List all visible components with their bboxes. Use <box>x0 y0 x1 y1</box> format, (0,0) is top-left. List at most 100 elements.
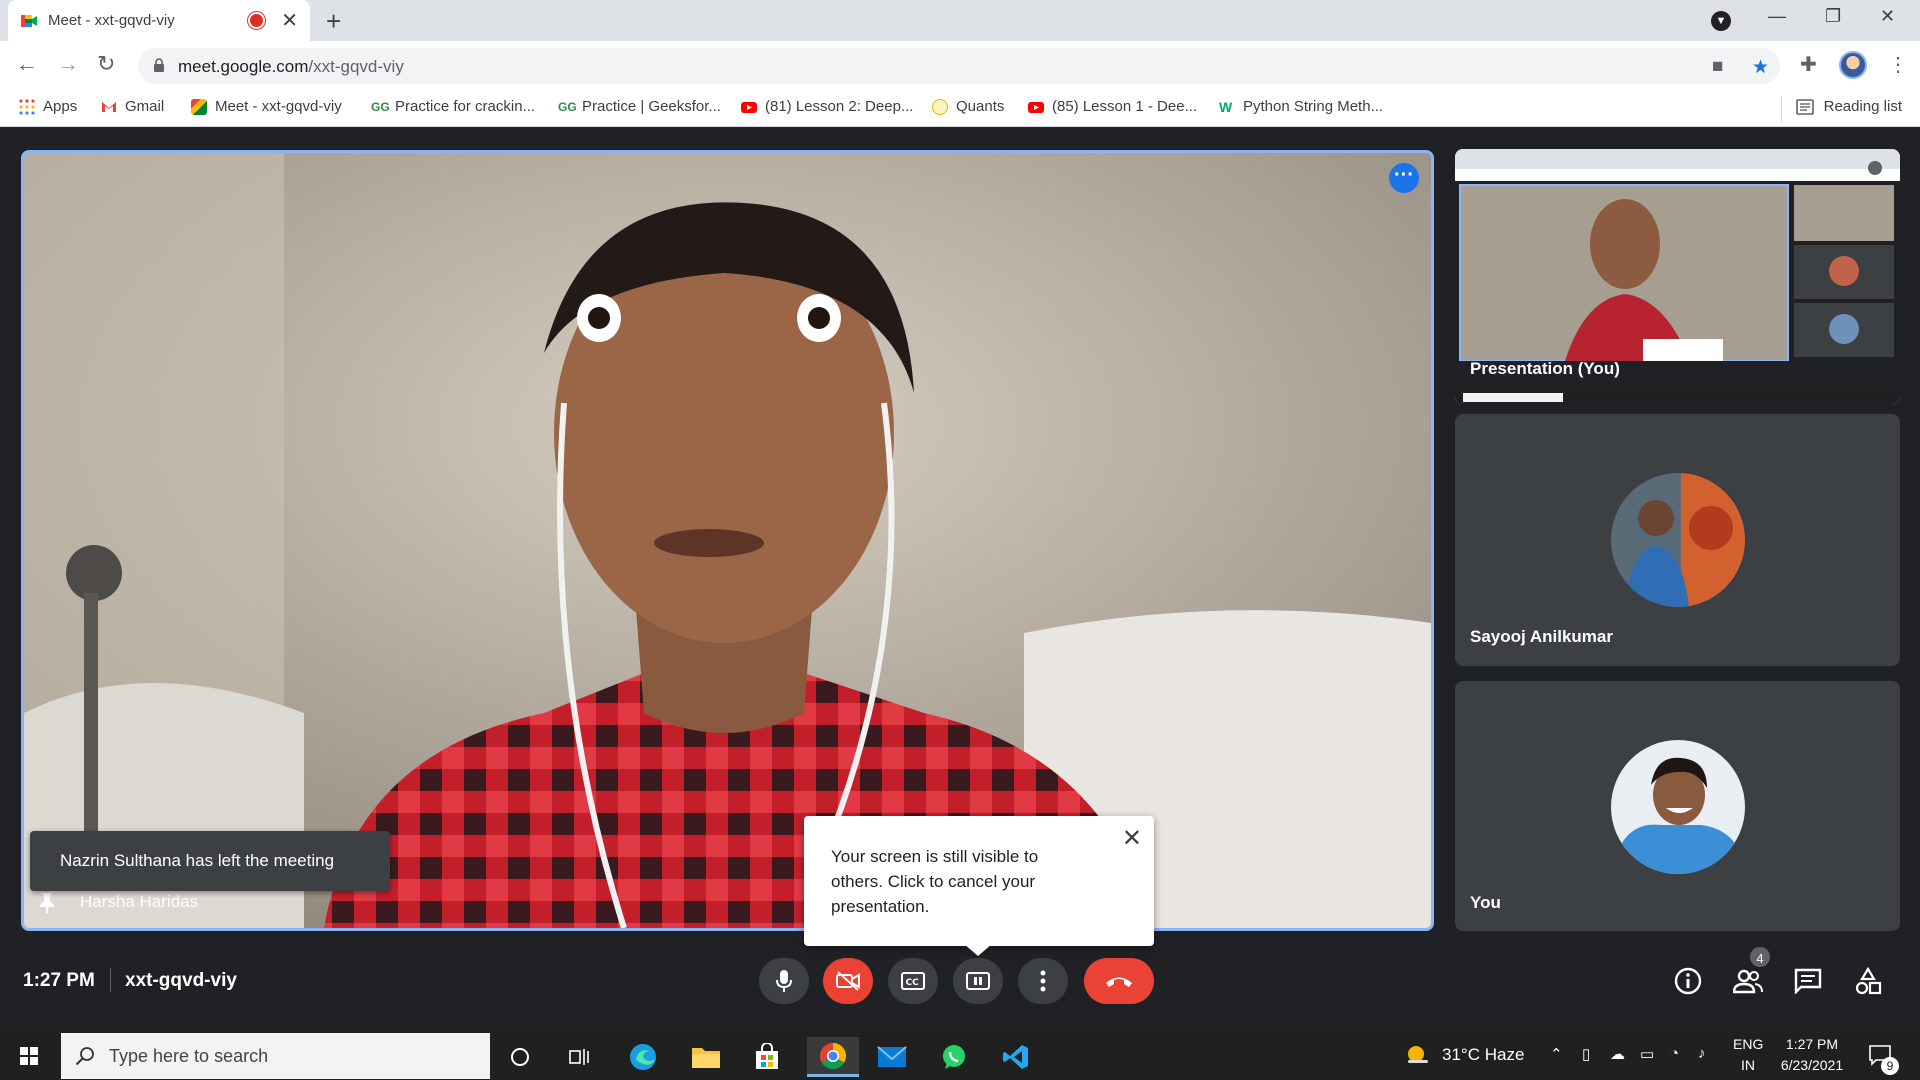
search-placeholder: Type here to search <box>109 1045 269 1066</box>
notification-count-badge: 9 <box>1881 1057 1899 1075</box>
reading-list-icon <box>1795 98 1814 115</box>
clock-date[interactable]: 6/23/2021 <box>1772 1057 1852 1073</box>
taskbar-file-explorer[interactable] <box>683 1037 729 1077</box>
restore-button[interactable]: ❐ <box>1825 6 1841 27</box>
bookmark-quants[interactable]: Quants <box>932 98 1004 115</box>
bookmark-star-icon[interactable]: ★ <box>1752 56 1769 79</box>
microphone-button[interactable] <box>759 958 809 1004</box>
chrome-menu-icon[interactable]: ⋮ <box>1888 52 1908 77</box>
tooltip-arrow <box>964 944 992 956</box>
wifi-icon[interactable]: ◔ <box>1670 1045 1679 1062</box>
weather-text[interactable]: 31°C Haze <box>1442 1045 1524 1065</box>
bookmark-python-string[interactable]: W Python String Meth... <box>1219 98 1383 115</box>
activities-button[interactable] <box>1853 966 1883 996</box>
leave-call-button[interactable] <box>1084 958 1154 1004</box>
folder-icon <box>692 1048 720 1068</box>
task-view-button[interactable] <box>557 1037 603 1077</box>
bookmark-lesson-1[interactable]: (85) Lesson 1 - Dee... <box>1028 98 1197 115</box>
taskbar-chrome[interactable] <box>807 1037 859 1077</box>
forward-button[interactable]: → <box>57 51 79 77</box>
new-tab-button[interactable]: + <box>326 6 341 37</box>
camera-button[interactable] <box>823 958 873 1004</box>
taskbar-search-box[interactable]: Type here to search <box>61 1033 490 1079</box>
taskbar-whatsapp[interactable] <box>931 1037 977 1077</box>
participants-button[interactable] <box>1733 966 1763 996</box>
participant-tile-you[interactable]: You <box>1455 681 1900 931</box>
windows-taskbar: Type here to search 31°C Haze ⌃ ▯ ☁ ▭ ◔ … <box>0 1031 1920 1080</box>
bookmark-practice-geeks[interactable]: GG Practice | Geeksfor... <box>558 98 721 115</box>
close-window-button[interactable]: ✕ <box>1880 6 1895 27</box>
captions-button[interactable]: CC <box>888 958 938 1004</box>
weather-haze-icon <box>1408 1046 1428 1063</box>
reading-list-label: Reading list <box>1823 98 1902 115</box>
tab-search-button[interactable]: ▼ <box>1711 11 1731 31</box>
bookmark-meet[interactable]: Meet - xxt-gqvd-viy <box>191 98 342 115</box>
back-button[interactable]: ← <box>16 51 38 77</box>
pin-icon[interactable] <box>38 892 56 914</box>
profile-avatar[interactable] <box>1839 51 1867 79</box>
chat-icon <box>1794 968 1822 994</box>
people-icon <box>1733 969 1763 994</box>
browser-tab-meet[interactable]: Meet - xxt-gqvd-viy ✕ <box>8 0 310 41</box>
tile-more-options-button[interactable]: ··· <box>1389 163 1419 193</box>
more-options-button[interactable] <box>1018 958 1068 1004</box>
geeksforgeeks-icon: GG <box>371 99 390 114</box>
lock-icon <box>154 58 164 72</box>
reading-list-button[interactable]: Reading list <box>1795 98 1902 115</box>
cortana-button[interactable] <box>497 1037 543 1077</box>
browser-toolbar: ← → ↻ meet.google.com/xxt-gqvd-viy ■ ★ ✚… <box>0 41 1920 90</box>
svg-text:CC: CC <box>906 978 920 988</box>
bookmark-label: (81) Lesson 2: Deep... <box>765 98 914 115</box>
show-hidden-icons-button[interactable]: ⌃ <box>1550 1045 1563 1063</box>
taskbar-mail[interactable] <box>869 1037 915 1077</box>
presentation-tooltip: Your screen is still visible to others. … <box>804 816 1154 956</box>
taskbar-vscode[interactable] <box>993 1037 1039 1077</box>
address-bar[interactable]: meet.google.com/xxt-gqvd-viy ■ ★ <box>138 48 1780 84</box>
participant-tile-sayooj[interactable]: Sayooj Anilkumar <box>1455 414 1900 666</box>
chat-button[interactable] <box>1793 966 1823 996</box>
bookmark-practice-cracking[interactable]: GG Practice for crackin... <box>371 98 535 115</box>
bookmark-label: Meet - xxt-gqvd-viy <box>215 98 342 115</box>
reload-button[interactable]: ↻ <box>97 51 115 77</box>
info-icon <box>1674 967 1702 995</box>
bookmark-label: Quants <box>956 98 1005 115</box>
taskbar-store[interactable] <box>744 1037 790 1077</box>
tab-title: Meet - xxt-gqvd-viy <box>48 12 175 29</box>
tooltip-close-icon[interactable]: ✕ <box>1122 826 1142 851</box>
bookmark-label: Gmail <box>125 98 165 115</box>
camera-off-icon <box>836 971 860 991</box>
meeting-details-button[interactable] <box>1673 966 1703 996</box>
onedrive-icon[interactable]: ☁ <box>1610 1045 1625 1063</box>
bookmarks-bar: Apps Gmail Meet - xxt-gqvd-viy GG Practi… <box>0 90 1920 127</box>
present-now-button[interactable] <box>953 958 1003 1004</box>
chrome-icon <box>819 1042 847 1069</box>
bookmark-lesson-2[interactable]: (81) Lesson 2: Deep... <box>741 98 913 115</box>
url-host: meet.google.com <box>178 57 309 76</box>
bookmark-gmail[interactable]: Gmail <box>101 98 164 115</box>
windows-start-icon[interactable] <box>20 1047 38 1065</box>
battery-icon[interactable]: ▭ <box>1640 1045 1654 1063</box>
gmail-icon <box>102 101 116 112</box>
bookmark-apps[interactable]: Apps <box>19 98 77 115</box>
meeting-time: 1:27 PM <box>23 970 95 991</box>
tab-close-icon[interactable]: ✕ <box>281 8 298 33</box>
camera-in-use-icon[interactable]: ■ <box>1712 56 1723 78</box>
device-icon[interactable]: ▯ <box>1582 1045 1590 1063</box>
presentation-tile[interactable]: Presentation (You) <box>1455 149 1900 404</box>
extensions-icon[interactable]: ✚ <box>1800 52 1817 77</box>
volume-icon[interactable]: ♪ <box>1698 1045 1706 1062</box>
language-line-2[interactable]: IN <box>1733 1057 1763 1073</box>
participant-avatar <box>1611 740 1745 874</box>
present-screen-icon <box>966 972 990 990</box>
mic-muted-icon <box>1868 161 1882 175</box>
closed-captions-icon: CC <box>901 972 925 990</box>
main-video-tile[interactable]: ··· Harsha Haridas <box>21 150 1434 931</box>
taskbar-edge[interactable] <box>620 1037 666 1077</box>
bookmark-label: Python String Meth... <box>1243 98 1384 115</box>
activities-icon <box>1855 967 1882 995</box>
language-line-1[interactable]: ENG <box>1733 1036 1763 1052</box>
clock-time[interactable]: 1:27 PM <box>1772 1036 1852 1052</box>
bookmarks-divider <box>1781 96 1782 122</box>
minimize-button[interactable]: — <box>1768 6 1786 27</box>
participant-left-toast: Nazrin Sulthana has left the meeting <box>30 831 390 891</box>
